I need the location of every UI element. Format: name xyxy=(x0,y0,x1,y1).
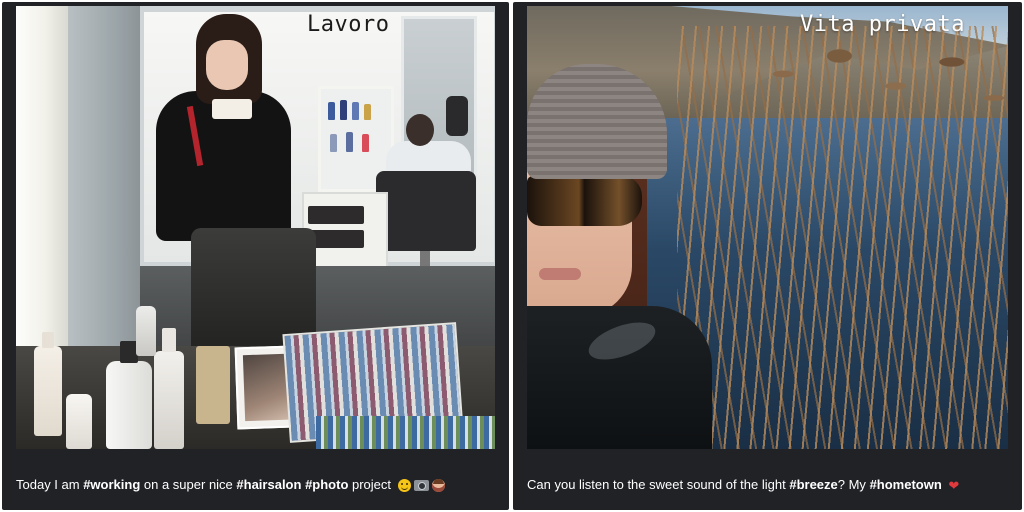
post-caption-work: Today I am #working on a super nice #hai… xyxy=(16,468,495,502)
cabinet-drawer xyxy=(308,206,364,224)
selfie-lips xyxy=(539,268,581,280)
hashtag-photo[interactable]: #photo xyxy=(305,477,348,492)
pump-bottle xyxy=(136,306,156,356)
shelf-bottle xyxy=(346,132,353,152)
camera-icon xyxy=(413,480,429,492)
shelf-bottle xyxy=(364,104,371,120)
smartphone xyxy=(212,99,252,119)
hashtag-breeze[interactable]: #breeze xyxy=(789,477,837,492)
hashtag-hometown[interactable]: #hometown xyxy=(870,477,942,492)
post-photo-lake[interactable] xyxy=(527,6,1008,449)
heart-icon: ❤ xyxy=(948,477,960,493)
caption-text: ? My xyxy=(837,477,870,492)
post-photo-salon[interactable] xyxy=(16,6,495,449)
bottle-pump xyxy=(162,328,176,352)
front-chair xyxy=(191,228,316,348)
post-collage: Lavoro Today I am #working on a super ni… xyxy=(0,0,1024,512)
caption-text: Today I am xyxy=(16,477,84,492)
overlay-title-private: Vita privata xyxy=(800,12,965,37)
caption-text: project xyxy=(348,477,392,492)
post-caption-private: Can you listen to the sweet sound of the… xyxy=(527,468,1008,502)
caption-text: Can you listen to the sweet sound of the… xyxy=(527,477,790,492)
pump-bottle xyxy=(154,351,184,449)
photographer-face xyxy=(206,40,248,90)
reed-plumes xyxy=(727,26,1008,146)
caption-text: on a super nice xyxy=(140,477,237,492)
overlay-title-work: Lavoro xyxy=(307,12,390,37)
client-head xyxy=(406,114,434,146)
hairdresser-icon xyxy=(431,479,445,493)
hashtag-working[interactable]: #working xyxy=(83,477,140,492)
shelf-bottle xyxy=(328,102,335,120)
shelf-bottle xyxy=(330,134,337,152)
salon-chair xyxy=(376,171,476,251)
spray-bottle xyxy=(66,394,92,449)
hashtag-hairsalon[interactable]: #hairsalon xyxy=(236,477,301,492)
shelf-bottle xyxy=(362,134,369,152)
sunglasses xyxy=(527,176,642,226)
wooden-tray xyxy=(196,346,230,424)
shelf-bottle xyxy=(340,100,347,120)
spray-bottle xyxy=(34,346,62,436)
smiling-face-icon xyxy=(397,479,411,493)
shelf-bottle xyxy=(352,102,359,120)
stylist-figure xyxy=(446,96,468,136)
bottle-pump xyxy=(42,332,54,348)
cabinet-drawer xyxy=(308,230,364,248)
post-card-private[interactable]: Vita privata Can you listen to the sweet… xyxy=(513,2,1022,510)
photo-magazine-lower xyxy=(316,416,495,449)
product-bottle xyxy=(106,361,152,449)
post-card-work[interactable]: Lavoro Today I am #working on a super ni… xyxy=(2,2,509,510)
